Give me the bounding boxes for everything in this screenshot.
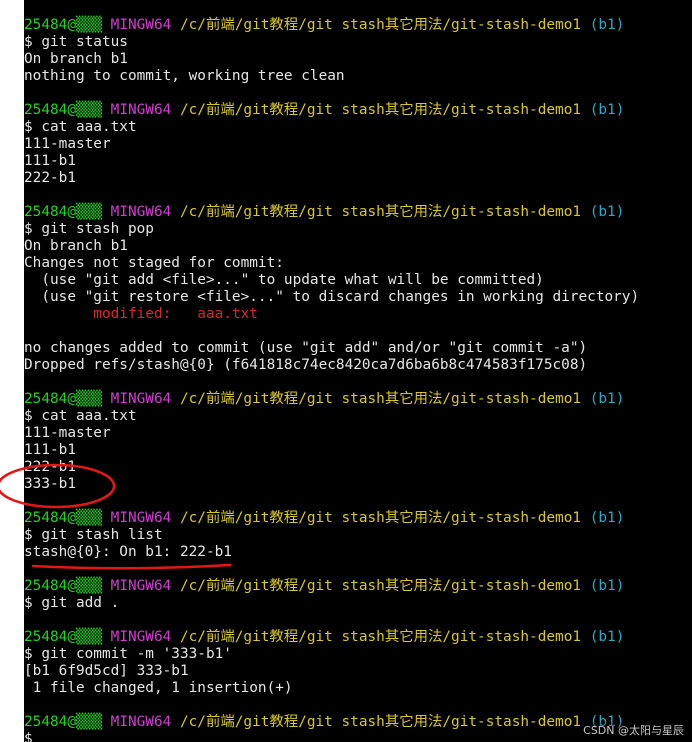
output-line: 1 file changed, 1 insertion(+) <box>24 680 293 696</box>
prompt-user-host: 25484@▒▒▒ <box>24 510 102 526</box>
output-line: 222-b1 <box>24 170 76 186</box>
output-line: 111-master <box>24 425 111 441</box>
prompt-branch: (b1) <box>589 17 625 33</box>
prompt-path: /c/前端/git教程/git stash其它用法/git-stash-demo… <box>179 714 582 730</box>
output-line: Changes not staged for commit: <box>24 255 284 271</box>
prompt-line: 25484@▒▒▒ MINGW64 /c/前端/git教程/git stash其… <box>24 102 692 119</box>
output-line: 333-b1 <box>24 476 76 492</box>
prompt-branch: (b1) <box>589 102 625 118</box>
prompt-line: 25484@▒▒▒ MINGW64 /c/前端/git教程/git stash其… <box>24 510 692 527</box>
output-line: 111-master <box>24 136 111 152</box>
command-line: $ git add . <box>24 595 120 611</box>
command-line: $ cat aaa.txt <box>24 408 137 424</box>
prompt-system: MINGW64 <box>110 629 172 645</box>
output-line: 111-b1 <box>24 153 76 169</box>
command-line: $ cat aaa.txt <box>24 119 137 135</box>
prompt-path: /c/前端/git教程/git stash其它用法/git-stash-demo… <box>179 629 582 645</box>
terminal-screen[interactable]: 25484@▒▒▒ MINGW64 /c/前端/git教程/git stash其… <box>24 0 692 742</box>
prompt-line: 25484@▒▒▒ MINGW64 /c/前端/git教程/git stash其… <box>24 391 692 408</box>
terminal-window: 25484@▒▒▒ MINGW64 /c/前端/git教程/git stash其… <box>0 0 692 742</box>
output-line: (use "git add <file>..." to update what … <box>24 272 544 288</box>
prompt-system: MINGW64 <box>110 17 172 33</box>
command-line: $ git stash list <box>24 527 163 543</box>
output-line: On branch b1 <box>24 51 128 67</box>
output-line: nothing to commit, working tree clean <box>24 68 345 84</box>
prompt-path: /c/前端/git教程/git stash其它用法/git-stash-demo… <box>179 578 582 594</box>
command-line: $ git commit -m '333-b1' <box>24 646 232 662</box>
prompt-system: MINGW64 <box>110 578 172 594</box>
prompt-branch: (b1) <box>589 391 625 407</box>
prompt-system: MINGW64 <box>110 391 172 407</box>
prompt-system: MINGW64 <box>110 102 172 118</box>
prompt-user-host: 25484@▒▒▒ <box>24 102 102 118</box>
prompt-user-host: 25484@▒▒▒ <box>24 629 102 645</box>
output-line: [b1 6f9d5cd] 333-b1 <box>24 663 189 679</box>
command-line: $ git status <box>24 34 128 50</box>
prompt-user-host: 25484@▒▒▒ <box>24 714 102 730</box>
prompt-branch: (b1) <box>589 204 625 220</box>
prompt-line: 25484@▒▒▒ MINGW64 /c/前端/git教程/git stash其… <box>24 629 692 646</box>
output-line: 222-b1 <box>24 459 76 475</box>
prompt-path: /c/前端/git教程/git stash其它用法/git-stash-demo… <box>179 17 582 33</box>
prompt-user-host: 25484@▒▒▒ <box>24 17 102 33</box>
prompt-path: /c/前端/git教程/git stash其它用法/git-stash-demo… <box>179 510 582 526</box>
output-line: (use "git restore <file>..." to discard … <box>24 289 640 305</box>
prompt-line: 25484@▒▒▒ MINGW64 /c/前端/git教程/git stash其… <box>24 17 692 34</box>
prompt-branch: (b1) <box>589 629 625 645</box>
prompt-user-host: 25484@▒▒▒ <box>24 578 102 594</box>
prompt-user-host: 25484@▒▒▒ <box>24 391 102 407</box>
prompt-path: /c/前端/git教程/git stash其它用法/git-stash-demo… <box>179 204 582 220</box>
left-margin <box>0 0 24 742</box>
prompt-branch: (b1) <box>589 578 625 594</box>
prompt-user-host: 25484@▒▒▒ <box>24 204 102 220</box>
prompt-system: MINGW64 <box>110 510 172 526</box>
output-line: no changes added to commit (use "git add… <box>24 340 588 356</box>
prompt-branch: (b1) <box>589 510 625 526</box>
prompt-line: 25484@▒▒▒ MINGW64 /c/前端/git教程/git stash其… <box>24 578 692 595</box>
prompt-line: 25484@▒▒▒ MINGW64 /c/前端/git教程/git stash其… <box>24 204 692 221</box>
output-line: 111-b1 <box>24 442 76 458</box>
prompt-system: MINGW64 <box>110 204 172 220</box>
watermark: CSDN @太阳与星辰 <box>583 722 684 738</box>
modified-file-line: modified: aaa.txt <box>24 306 258 322</box>
prompt-path: /c/前端/git教程/git stash其它用法/git-stash-demo… <box>179 102 582 118</box>
prompt-system: MINGW64 <box>110 714 172 730</box>
prompt-path: /c/前端/git教程/git stash其它用法/git-stash-demo… <box>179 391 582 407</box>
output-line: stash@{0}: On b1: 222-b1 <box>24 544 232 560</box>
output-line: On branch b1 <box>24 238 128 254</box>
command-line: $ git stash pop <box>24 221 154 237</box>
output-line: Dropped refs/stash@{0} (f641818c74ec8420… <box>24 357 588 373</box>
